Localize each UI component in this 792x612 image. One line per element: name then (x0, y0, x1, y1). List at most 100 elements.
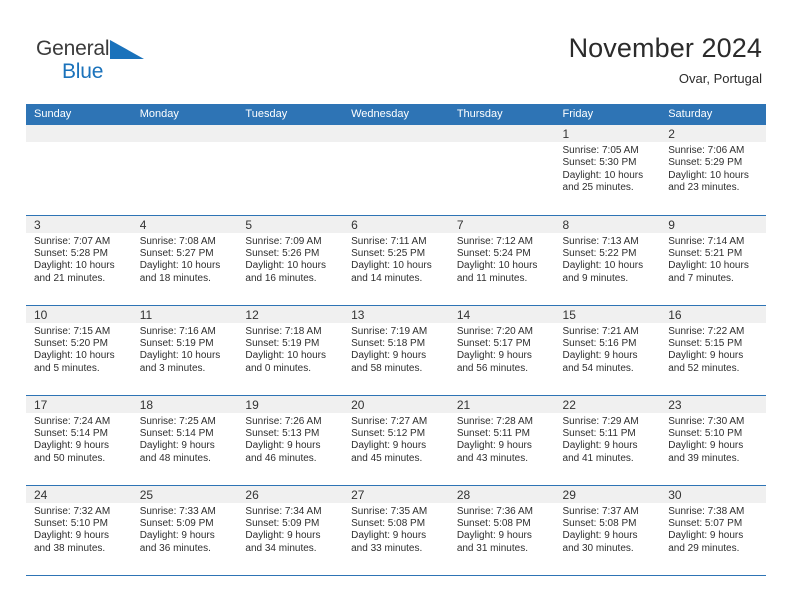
sunrise-text: Sunrise: 7:30 AM (668, 415, 745, 427)
sunset-text: Sunset: 5:27 PM (139, 247, 214, 259)
calendar-body: 1 Sunrise: 7:05 AM Sunset: 5:30 PM Daylight… (26, 125, 766, 576)
calendar-day-cell[interactable]: 16 Sunrise: 7:22 AM Sunset: 5:15 PM Dayligh… (660, 305, 766, 396)
weekday-header-saturday: Saturday (660, 104, 766, 125)
sunrise-text: Sunrise: 7:09 AM (245, 235, 322, 247)
day-number: 6 (343, 215, 449, 233)
general-blue-logo[interactable]: General Blue (36, 38, 146, 82)
calendar-cell-inner: 11 Sunrise: 7:16 AM Sunset: 5:19 PM Dayligh… (131, 305, 238, 395)
day-number: 24 (26, 485, 132, 503)
day-number: 14 (448, 305, 555, 323)
daylight-text-line1: Daylight: 10 hours (34, 350, 115, 362)
daylight-text-line2: and 45 minutes. (351, 452, 423, 464)
calendar-cell-empty (237, 125, 344, 216)
sunrise-text: Sunrise: 7:15 AM (34, 325, 111, 337)
calendar-day-cell[interactable]: 8 Sunrise: 7:13 AM Sunset: 5:22 PM Daylight… (554, 215, 661, 306)
sunset-text: Sunset: 5:08 PM (351, 517, 426, 529)
calendar-day-cell[interactable]: 21 Sunrise: 7:28 AM Sunset: 5:11 PM Dayligh… (448, 395, 555, 486)
calendar-day-cell[interactable]: 3 Sunrise: 7:07 AM Sunset: 5:28 PM Daylight… (26, 215, 132, 306)
day-details: Sunrise: 7:08 AM Sunset: 5:27 PM Daylight:… (132, 233, 238, 286)
sunset-text: Sunset: 5:21 PM (668, 247, 743, 259)
calendar-day-cell[interactable]: 17 Sunrise: 7:24 AM Sunset: 5:14 PM Dayligh… (26, 395, 132, 486)
calendar-cell-inner (448, 125, 555, 215)
calendar-cell-inner (343, 125, 449, 215)
calendar-cell-inner: 24 Sunrise: 7:32 AM Sunset: 5:10 PM Dayligh… (26, 485, 132, 575)
calendar-cell-empty (343, 125, 449, 216)
calendar-day-cell[interactable]: 9 Sunrise: 7:14 AM Sunset: 5:21 PM Daylight… (660, 215, 766, 306)
calendar-page: General Blue November 2024 Ovar, Portuga… (0, 0, 792, 612)
calendar-day-cell[interactable]: 29 Sunrise: 7:37 AM Sunset: 5:08 PM Dayligh… (554, 485, 661, 576)
calendar-cell-empty (26, 125, 132, 216)
sunrise-text: Sunrise: 7:27 AM (351, 415, 428, 427)
daylight-text-line2: and 50 minutes. (34, 452, 106, 464)
sunset-text: Sunset: 5:14 PM (139, 427, 214, 439)
daylight-text-line2: and 14 minutes. (351, 272, 423, 284)
day-number: 27 (343, 485, 449, 503)
day-number (237, 125, 344, 142)
day-number: 10 (26, 305, 132, 323)
daylight-text-line2: and 5 minutes. (34, 362, 100, 374)
calendar-day-cell[interactable]: 11 Sunrise: 7:16 AM Sunset: 5:19 PM Dayligh… (131, 305, 238, 396)
daylight-text-line1: Daylight: 9 hours (351, 350, 427, 362)
calendar-day-cell[interactable]: 13 Sunrise: 7:19 AM Sunset: 5:18 PM Dayligh… (343, 305, 449, 396)
calendar-day-cell[interactable]: 6 Sunrise: 7:11 AM Sunset: 5:25 PM Daylight… (343, 215, 449, 306)
calendar-day-cell[interactable]: 5 Sunrise: 7:09 AM Sunset: 5:26 PM Daylight… (237, 215, 344, 306)
day-details: Sunrise: 7:18 AM Sunset: 5:19 PM Daylight:… (237, 323, 343, 376)
calendar-cell-inner (237, 125, 344, 215)
calendar-day-cell[interactable]: 14 Sunrise: 7:20 AM Sunset: 5:17 PM Dayligh… (448, 305, 555, 396)
calendar-day-cell[interactable]: 25 Sunrise: 7:33 AM Sunset: 5:09 PM Dayligh… (131, 485, 238, 576)
weekday-header-monday: Monday (131, 104, 238, 125)
calendar-day-cell[interactable]: 15 Sunrise: 7:21 AM Sunset: 5:16 PM Dayligh… (554, 305, 661, 396)
daylight-text-line2: and 41 minutes. (562, 452, 634, 464)
calendar-day-cell[interactable]: 28 Sunrise: 7:36 AM Sunset: 5:08 PM Dayligh… (448, 485, 555, 576)
daylight-text-line1: Daylight: 9 hours (456, 440, 532, 452)
day-details: Sunrise: 7:28 AM Sunset: 5:11 PM Daylight:… (449, 413, 555, 466)
calendar-day-cell[interactable]: 2 Sunrise: 7:06 AM Sunset: 5:29 PM Daylight… (660, 125, 766, 216)
calendar-day-cell[interactable]: 1 Sunrise: 7:05 AM Sunset: 5:30 PM Daylight… (554, 125, 661, 216)
sunrise-text: Sunrise: 7:20 AM (456, 325, 533, 337)
calendar-day-cell[interactable]: 23 Sunrise: 7:30 AM Sunset: 5:10 PM Dayligh… (660, 395, 766, 486)
daylight-text-line2: and 58 minutes. (351, 362, 423, 374)
sunrise-text: Sunrise: 7:18 AM (245, 325, 322, 337)
day-details: Sunrise: 7:29 AM Sunset: 5:11 PM Daylight:… (555, 413, 661, 466)
sunset-text: Sunset: 5:09 PM (245, 517, 320, 529)
daylight-text-line1: Daylight: 9 hours (562, 440, 638, 452)
calendar-day-cell[interactable]: 18 Sunrise: 7:25 AM Sunset: 5:14 PM Dayligh… (131, 395, 238, 486)
weekday-header-thursday: Thursday (448, 104, 555, 125)
sunset-text: Sunset: 5:24 PM (456, 247, 531, 259)
sunset-text: Sunset: 5:16 PM (562, 337, 637, 349)
title-block: November 2024 Ovar, Portugal (569, 32, 762, 88)
calendar-day-cell[interactable]: 19 Sunrise: 7:26 AM Sunset: 5:13 PM Dayligh… (237, 395, 344, 486)
sunrise-text: Sunrise: 7:13 AM (562, 235, 639, 247)
calendar-day-cell[interactable]: 20 Sunrise: 7:27 AM Sunset: 5:12 PM Dayligh… (343, 395, 449, 486)
weekday-header-tuesday: Tuesday (237, 104, 344, 125)
logo-text-general: General (36, 37, 110, 60)
daylight-text-line1: Daylight: 9 hours (245, 440, 321, 452)
calendar-day-cell[interactable]: 4 Sunrise: 7:08 AM Sunset: 5:27 PM Daylight… (131, 215, 238, 306)
day-details: Sunrise: 7:24 AM Sunset: 5:14 PM Daylight:… (26, 413, 132, 466)
day-number: 4 (131, 215, 238, 233)
calendar-day-cell[interactable]: 30 Sunrise: 7:38 AM Sunset: 5:07 PM Dayligh… (660, 485, 766, 576)
sunrise-text: Sunrise: 7:11 AM (351, 235, 427, 247)
calendar-cell-inner: 6 Sunrise: 7:11 AM Sunset: 5:25 PM Daylight… (343, 215, 449, 305)
day-number: 2 (660, 125, 766, 142)
sunset-text: Sunset: 5:13 PM (245, 427, 320, 439)
day-number: 7 (448, 215, 555, 233)
day-details: Sunrise: 7:20 AM Sunset: 5:17 PM Daylight:… (449, 323, 555, 376)
calendar-day-cell[interactable]: 26 Sunrise: 7:34 AM Sunset: 5:09 PM Dayligh… (237, 485, 344, 576)
sunrise-text: Sunrise: 7:35 AM (351, 505, 428, 517)
daylight-text-line2: and 33 minutes. (351, 542, 423, 554)
calendar-day-cell[interactable]: 24 Sunrise: 7:32 AM Sunset: 5:10 PM Dayligh… (26, 485, 132, 576)
calendar-day-cell[interactable]: 10 Sunrise: 7:15 AM Sunset: 5:20 PM Dayligh… (26, 305, 132, 396)
sunrise-text: Sunrise: 7:24 AM (34, 415, 111, 427)
calendar-day-cell[interactable]: 7 Sunrise: 7:12 AM Sunset: 5:24 PM Daylight… (448, 215, 555, 306)
daylight-text-line2: and 43 minutes. (456, 452, 528, 464)
sunset-text: Sunset: 5:17 PM (456, 337, 531, 349)
day-number: 25 (131, 485, 238, 503)
calendar-day-cell[interactable]: 27 Sunrise: 7:35 AM Sunset: 5:08 PM Dayligh… (343, 485, 449, 576)
calendar-day-cell[interactable]: 12 Sunrise: 7:18 AM Sunset: 5:19 PM Dayligh… (237, 305, 344, 396)
sunset-text: Sunset: 5:30 PM (562, 157, 637, 169)
daylight-text-line1: Daylight: 10 hours (139, 350, 221, 362)
calendar-day-cell[interactable]: 22 Sunrise: 7:29 AM Sunset: 5:11 PM Dayligh… (554, 395, 661, 486)
sunrise-text: Sunrise: 7:25 AM (139, 415, 216, 427)
page-title: November 2024 (568, 33, 762, 63)
